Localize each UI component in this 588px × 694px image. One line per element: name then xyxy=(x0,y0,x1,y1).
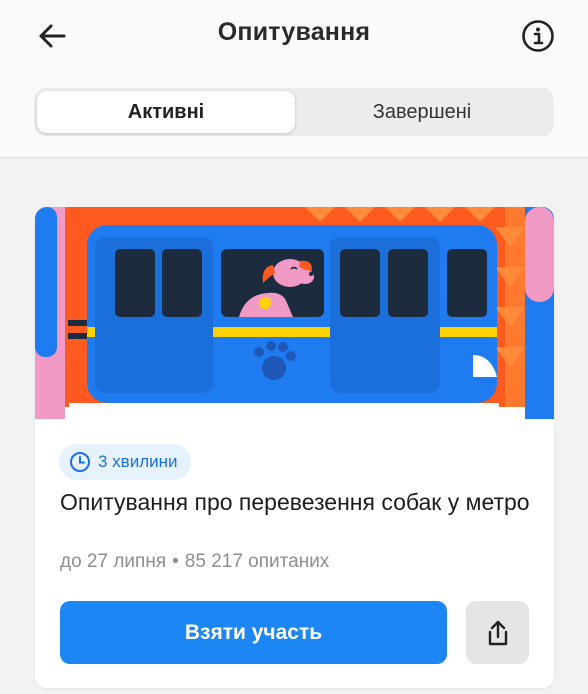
tab-active[interactable]: Активні xyxy=(37,91,295,133)
participate-button[interactable]: Взяти участь xyxy=(60,601,447,664)
clock-icon xyxy=(70,452,90,472)
share-icon xyxy=(488,620,507,645)
meta-separator: • xyxy=(172,551,179,572)
tab-completed[interactable]: Завершені xyxy=(293,91,551,133)
info-icon xyxy=(522,20,554,52)
header-bar: Опитування Активні Завершені xyxy=(0,0,588,158)
share-button[interactable] xyxy=(466,601,529,664)
info-button[interactable] xyxy=(516,14,560,58)
survey-title: Опитування про перевезення собак у метро xyxy=(60,489,530,515)
status-tabs: Активні Завершені xyxy=(34,88,554,136)
duration-text: 3 хвилини xyxy=(98,452,178,471)
dog-on-metro-illustration xyxy=(35,207,554,419)
survey-meta: до 27 липня • 85 217 опитаних xyxy=(60,551,329,573)
page-title: Опитування xyxy=(217,18,371,46)
deadline-text: до 27 липня xyxy=(60,551,167,572)
survey-card[interactable]: 3 хвилини Опитування про перевезення соб… xyxy=(35,207,554,688)
duration-badge: 3 хвилини xyxy=(59,444,191,480)
respondents-count: 85 217 опитаних xyxy=(184,551,330,572)
